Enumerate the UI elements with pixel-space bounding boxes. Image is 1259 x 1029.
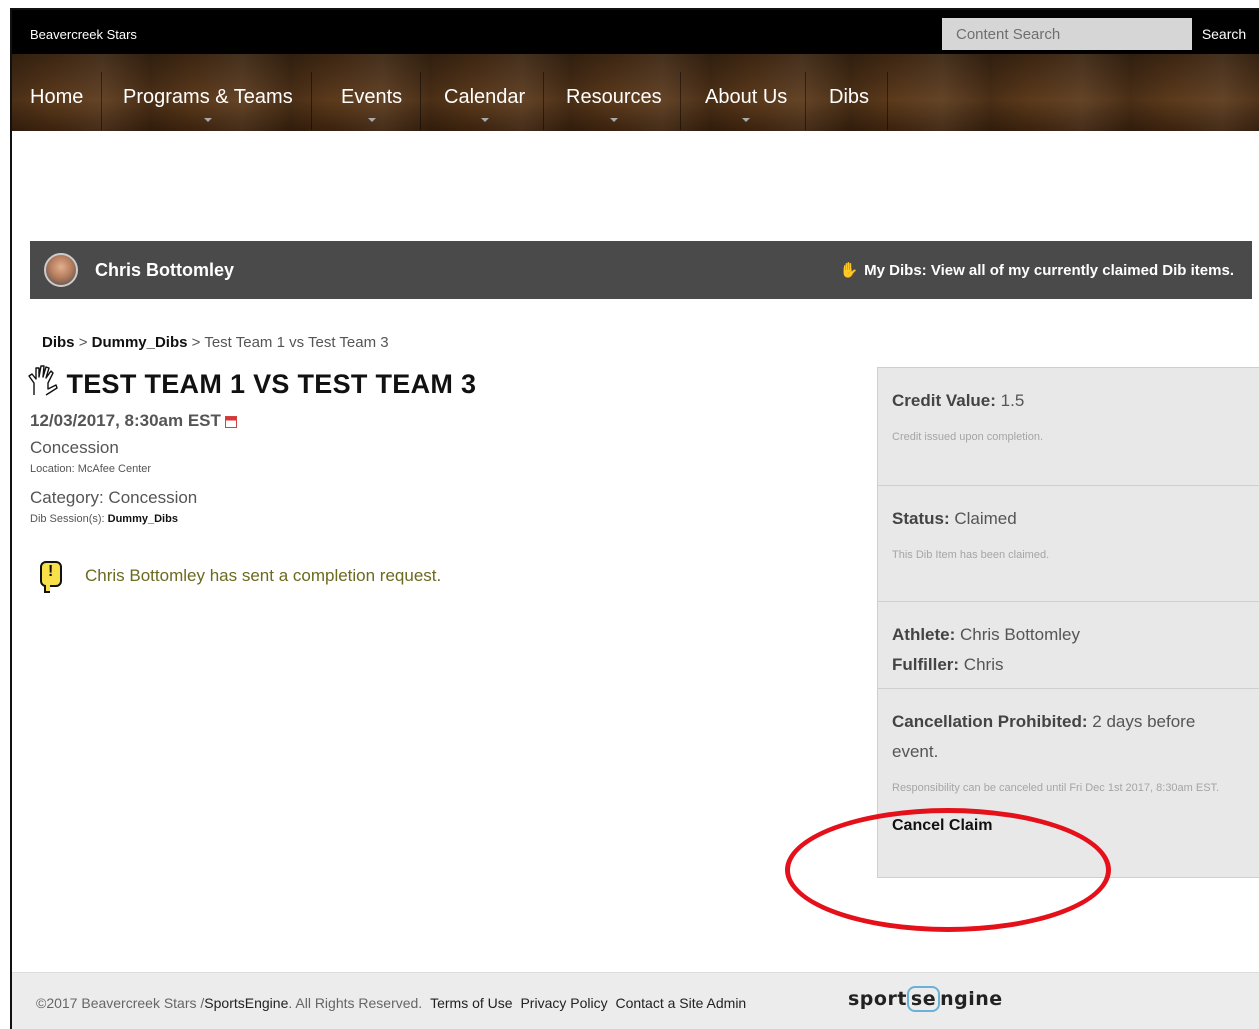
nav-about-us[interactable]: About Us: [687, 72, 807, 130]
chevron-down-icon: [480, 118, 489, 122]
chevron-down-icon: [742, 118, 751, 122]
details-sidebar: Credit Value: 1.5 Credit issued upon com…: [877, 367, 1259, 878]
breadcrumb-separator: >: [191, 334, 201, 351]
breadcrumb-dibs[interactable]: Dibs: [42, 334, 75, 351]
chevron-down-icon: [203, 118, 212, 122]
user-bar: Chris Bottomley ✋ My Dibs: View all of my…: [30, 241, 1252, 299]
search-button[interactable]: Search: [1194, 18, 1254, 50]
nav-home[interactable]: Home: [12, 72, 103, 130]
footer-text: ©2017 Beavercreek Stars /SportsEngine. A…: [36, 995, 746, 1011]
item-location: Location: McAfee Center: [30, 463, 152, 475]
people-box: Athlete: Chris Bottomley Fulfiller: Chri…: [878, 602, 1259, 689]
session-label: Dib Session(s):: [30, 513, 105, 525]
site-name-link[interactable]: Beavercreek Stars: [30, 27, 137, 42]
nav-about-us-label: About Us: [705, 86, 788, 108]
completion-request-message: Chris Bottomley has sent a completion re…: [85, 566, 442, 585]
brand-part: sport: [848, 988, 907, 1010]
chevron-down-icon: [609, 118, 618, 122]
nav-dibs[interactable]: Dibs: [811, 72, 889, 130]
credit-note: Credit issued upon completion.: [892, 431, 1044, 443]
nav-dibs-label: Dibs: [829, 86, 870, 108]
credit-number: 1.5: [1000, 391, 1025, 410]
status-label: Status:: [892, 509, 950, 528]
item-type: Concession: [30, 438, 119, 457]
hand-icon: ✋: [839, 262, 859, 279]
footer: ©2017 Beavercreek Stars /SportsEngine. A…: [12, 972, 1259, 1029]
breadcrumb-session[interactable]: Dummy_Dibs: [92, 334, 188, 351]
sportsengine-link[interactable]: SportsEngine: [204, 995, 288, 1011]
rights-text: . All Rights Reserved.: [288, 995, 423, 1011]
search-input[interactable]: [942, 18, 1192, 50]
page-title: TEST TEAM 1 VS TEST TEAM 3: [66, 369, 477, 399]
nav-calendar-label: Calendar: [444, 86, 526, 108]
item-title-row: TEST TEAM 1 VS TEST TEAM 3: [26, 363, 476, 400]
breadcrumb-separator: >: [78, 334, 88, 351]
privacy-link[interactable]: Privacy Policy: [520, 995, 607, 1011]
brand-part: ngine: [940, 988, 1003, 1010]
cancellation-label: Cancellation Prohibited:: [892, 712, 1088, 731]
nav-resources[interactable]: Resources: [548, 72, 681, 130]
event-datetime-text: 12/03/2017, 8:30am EST: [30, 411, 221, 430]
nav-resources-label: Resources: [566, 86, 662, 108]
cancellation-box: Cancellation Prohibited: 2 days before e…: [878, 689, 1259, 877]
credit-label: Credit Value:: [892, 391, 996, 410]
nav-calendar[interactable]: Calendar: [426, 72, 545, 130]
breadcrumb-current: Test Team 1 vs Test Team 3: [204, 334, 389, 351]
top-bar: Beavercreek Stars Search: [12, 10, 1259, 54]
athlete-label: Athlete:: [892, 625, 956, 644]
nav-home-label: Home: [30, 86, 84, 108]
fulfiller-label: Fulfiller:: [892, 655, 960, 674]
athlete-row: Athlete: Chris Bottomley: [892, 620, 1245, 650]
nav-programs-teams[interactable]: Programs & Teams: [105, 72, 312, 130]
fulfiller-name: Chris: [963, 655, 1004, 674]
sportsengine-logo[interactable]: sport se ngine: [848, 986, 1003, 1012]
alert-icon: [40, 561, 62, 593]
cancel-claim-button[interactable]: Cancel Claim: [892, 817, 1245, 835]
avatar[interactable]: [44, 253, 78, 287]
status-note: This Dib Item has been claimed.: [892, 549, 1050, 561]
calendar-icon[interactable]: [224, 415, 237, 428]
item-session: Dib Session(s): Dummy_Dibs: [30, 513, 178, 525]
status-box: Status: Claimed This Dib Item has been c…: [878, 486, 1259, 602]
contact-admin-link[interactable]: Contact a Site Admin: [615, 995, 746, 1011]
my-dibs-link[interactable]: ✋ My Dibs: View all of my currently claim…: [839, 261, 1234, 279]
chevron-down-icon: [367, 118, 376, 122]
fulfiller-row: Fulfiller: Chris: [892, 650, 1245, 680]
raised-hand-icon: [28, 365, 58, 396]
session-link[interactable]: Dummy_Dibs: [108, 513, 178, 525]
terms-link[interactable]: Terms of Use: [430, 995, 512, 1011]
athlete-name: Chris Bottomley: [960, 625, 1080, 644]
event-datetime: 12/03/2017, 8:30am EST: [30, 411, 237, 431]
item-category: Category: Concession: [30, 488, 198, 507]
copyright: ©2017 Beavercreek Stars /: [36, 995, 205, 1011]
nav-events-label: Events: [341, 86, 403, 108]
browser-viewport: Beavercreek Stars Search Home Programs &…: [10, 8, 1259, 1029]
nav-programs-teams-label: Programs & Teams: [123, 86, 293, 108]
credit-value: Credit Value: 1.5: [892, 386, 1245, 416]
credit-box: Credit Value: 1.5 Credit issued upon com…: [878, 368, 1259, 486]
breadcrumb: Dibs > Dummy_Dibs > Test Team 1 vs Test …: [42, 334, 389, 351]
cancellation-note: Responsibility can be canceled until Fri…: [892, 782, 1220, 794]
nav-events[interactable]: Events: [323, 72, 422, 130]
my-dibs-label: My Dibs: View all of my currently claime…: [864, 262, 1234, 279]
status-value: Status: Claimed: [892, 504, 1245, 534]
cancellation-policy: Cancellation Prohibited: 2 days before e…: [892, 707, 1245, 767]
main-nav: Home Programs & Teams Events Calendar Re…: [12, 54, 1259, 131]
brand-highlight: se: [906, 986, 941, 1012]
user-name[interactable]: Chris Bottomley: [95, 260, 234, 281]
status-text: Claimed: [954, 509, 1017, 528]
